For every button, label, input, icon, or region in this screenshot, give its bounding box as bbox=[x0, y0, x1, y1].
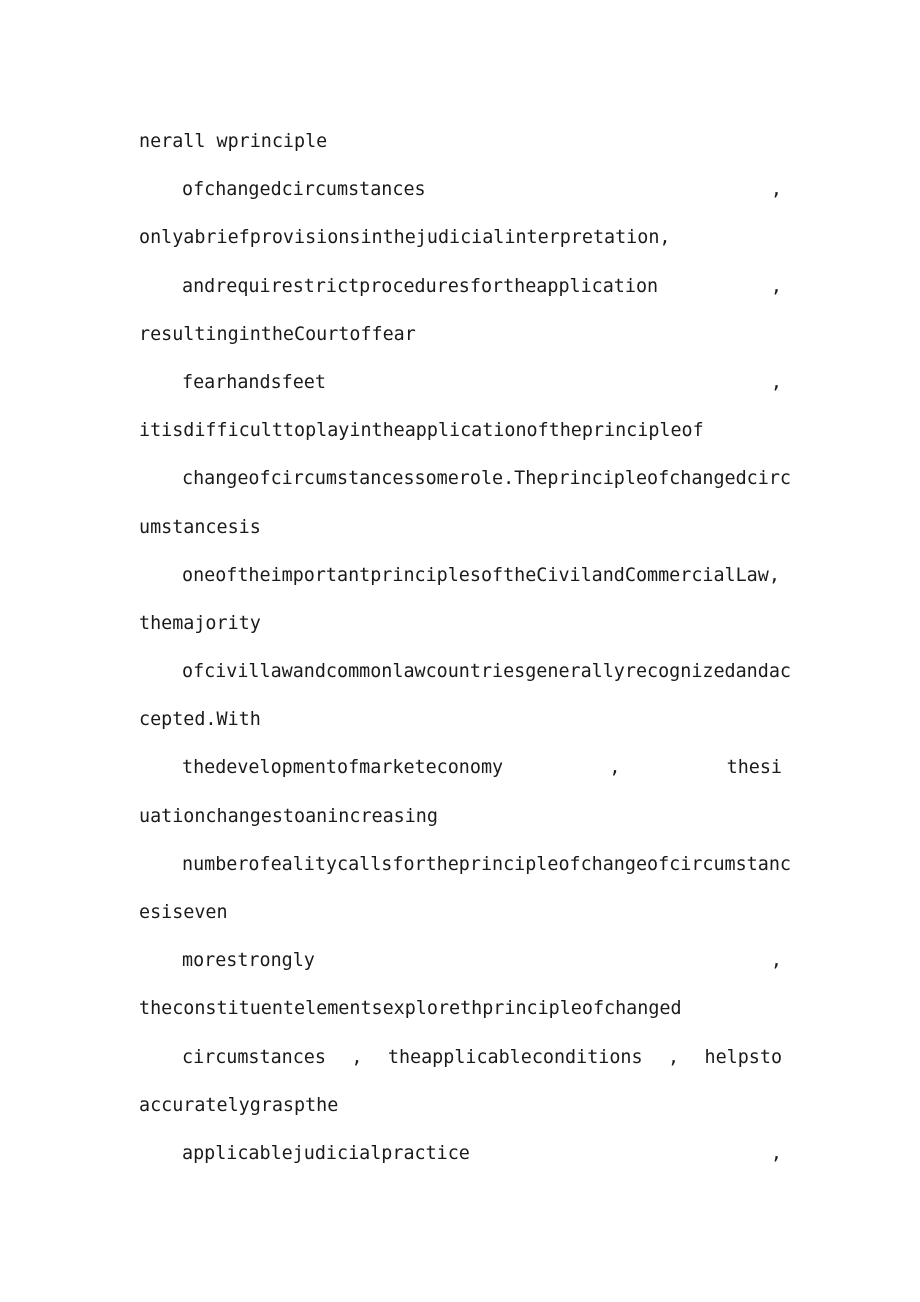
document-line-segment: oneoftheimportantprinciplesoftheCiviland… bbox=[182, 564, 780, 586]
document-text-body: nerall wprinciple ofchangedcircumstances … bbox=[139, 118, 791, 1178]
document-line-segment: nerall wprinciple bbox=[139, 131, 328, 152]
document-line-segment: , bbox=[609, 757, 621, 779]
document-line: changeofcircumstancessomerole.Theprincip… bbox=[139, 455, 791, 503]
document-line: numberofealitycallsfortheprincipleofchan… bbox=[139, 841, 791, 889]
document-line-segment: fearhandsfeet bbox=[182, 371, 326, 393]
document-line-segment: cepted.With bbox=[139, 709, 261, 731]
document-line: itisdifficulttoplayintheapplicationofthe… bbox=[139, 407, 782, 455]
document-line-segment: themajority bbox=[139, 612, 261, 634]
document-line-segment: onlyabriefprovisionsinthejudicialinterpr… bbox=[139, 227, 671, 249]
document-line: accuratelygraspthe bbox=[139, 1082, 782, 1130]
document-line-segment: , bbox=[351, 1046, 363, 1068]
document-page: nerall wprinciple ofchangedcircumstances … bbox=[0, 0, 920, 1302]
document-line: morestrongly , bbox=[139, 937, 782, 985]
document-line-segment: changeofcircumstancessomerole.Theprincip… bbox=[182, 468, 791, 490]
document-line: applicablejudicialpractice , bbox=[139, 1130, 782, 1178]
document-line: onlyabriefprovisionsinthejudicialinterpr… bbox=[139, 214, 782, 262]
document-line: umstancesis bbox=[139, 504, 782, 552]
document-line-segment: accuratelygraspthe bbox=[139, 1094, 339, 1116]
document-line-segment: circumstances bbox=[182, 1046, 326, 1068]
document-line-segment: uationchangestoanincreasing bbox=[139, 805, 438, 827]
document-line: circumstances , theapplicableconditions … bbox=[139, 1034, 782, 1082]
document-line-segment: theconstituentelementsexplorethprinciple… bbox=[139, 998, 682, 1020]
document-line: fearhandsfeet , bbox=[139, 359, 782, 407]
document-line-segment: , bbox=[668, 1046, 680, 1068]
document-line-segment: theapplicableconditions bbox=[387, 1046, 643, 1068]
document-line-segment: thedevelopmentofmarketeconomy bbox=[182, 757, 504, 779]
document-line: resultingintheCourtoffear bbox=[139, 311, 782, 359]
document-line-segment: , bbox=[770, 1142, 782, 1164]
document-line: themajority bbox=[139, 600, 782, 648]
document-line: thedevelopmentofmarketeconomy , thesi bbox=[139, 744, 782, 792]
document-line: esiseven bbox=[139, 889, 782, 937]
document-line-segment: helpsto bbox=[704, 1046, 783, 1068]
document-line: oneoftheimportantprinciplesoftheCiviland… bbox=[139, 552, 782, 600]
document-line-segment: morestrongly bbox=[182, 950, 315, 972]
document-line-segment: numberofealitycallsfortheprincipleofchan… bbox=[182, 853, 791, 875]
document-line: ofcivillawandcommonlawcountriesgenerally… bbox=[139, 648, 791, 696]
document-line: uationchangestoanincreasing bbox=[139, 793, 782, 841]
document-line: ofchangedcircumstances , bbox=[139, 166, 782, 214]
document-line: theconstituentelementsexplorethprinciple… bbox=[139, 985, 782, 1033]
document-line: andrequirestrictproceduresfortheapplicat… bbox=[139, 263, 782, 311]
document-line-segment: resultingintheCourtoffear bbox=[139, 323, 416, 345]
document-line: cepted.With bbox=[139, 696, 782, 744]
document-line-segment: applicablejudicialpractice bbox=[182, 1142, 470, 1164]
document-line-segment: andrequirestrictproceduresfortheapplicat… bbox=[182, 275, 659, 297]
document-line-segment: ofchangedcircumstances bbox=[182, 179, 426, 201]
document-line-segment: , bbox=[770, 950, 782, 972]
document-line-segment: umstancesis bbox=[139, 516, 261, 538]
document-line-segment: ofcivillawandcommonlawcountriesgenerally… bbox=[182, 661, 791, 683]
document-line-segment: , bbox=[770, 179, 782, 201]
document-line-segment: thesi bbox=[726, 757, 783, 779]
document-line-segment: esiseven bbox=[139, 902, 228, 923]
document-line-segment: itisdifficulttoplayintheapplicationofthe… bbox=[139, 420, 704, 442]
document-line-segment: , bbox=[770, 371, 782, 393]
document-line: nerall wprinciple bbox=[139, 118, 782, 166]
document-line-segment: , bbox=[770, 275, 782, 297]
